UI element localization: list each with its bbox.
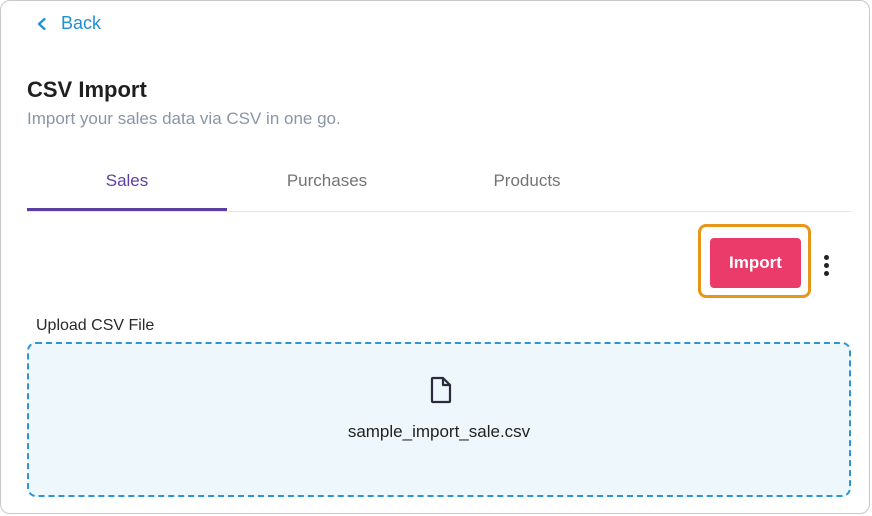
tab-products[interactable]: Products — [427, 161, 627, 211]
tab-sales[interactable]: Sales — [27, 161, 227, 211]
tab-bar: Sales Purchases Products — [27, 161, 851, 212]
page-subtitle: Import your sales data via CSV in one go… — [27, 109, 341, 128]
import-card: Back CSV Import Import your sales data v… — [0, 0, 870, 514]
file-icon — [430, 376, 452, 404]
file-dropzone[interactable]: sample_import_sale.csv — [27, 342, 851, 497]
tab-purchases[interactable]: Purchases — [227, 161, 427, 211]
more-vertical-icon[interactable] — [817, 252, 835, 278]
upload-label: Upload CSV File — [36, 317, 155, 334]
back-link[interactable]: Back — [35, 13, 101, 34]
page-title: CSV Import — [27, 77, 147, 102]
import-button[interactable]: Import — [710, 238, 801, 288]
chevron-left-icon — [37, 17, 46, 30]
back-label: Back — [61, 13, 102, 33]
file-name: sample_import_sale.csv — [347, 422, 531, 441]
